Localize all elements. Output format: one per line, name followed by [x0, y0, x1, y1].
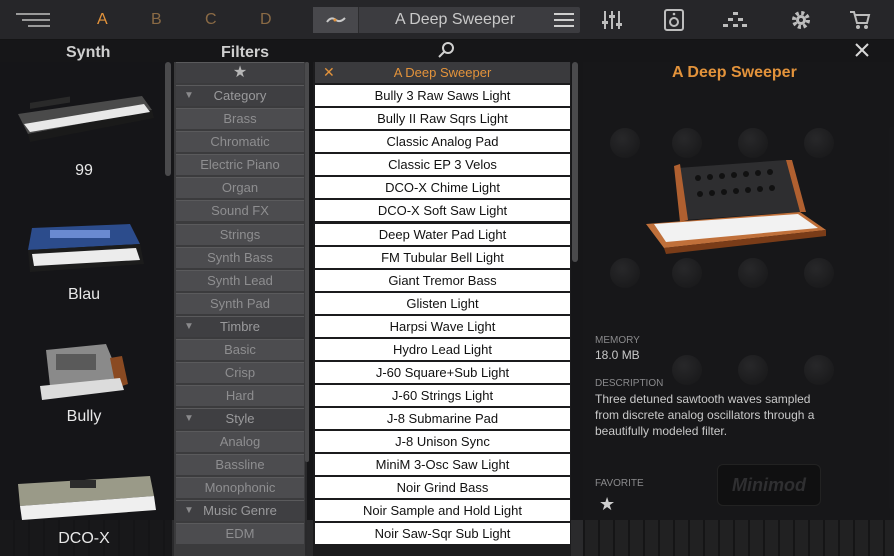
- device-icon[interactable]: [662, 9, 686, 31]
- preset-row[interactable]: Harpsi Wave Light: [315, 316, 570, 337]
- preset-name: A Deep Sweeper: [394, 11, 516, 28]
- preset-row[interactable]: Noir Saw-Sqr Sub Light: [315, 523, 570, 544]
- detail-title: A Deep Sweeper: [672, 64, 797, 81]
- filter-section-style[interactable]: ▼ Style: [176, 408, 304, 429]
- synth-item-label: DCO-X: [58, 530, 110, 547]
- slot-a-tab[interactable]: A: [97, 11, 108, 29]
- filter-item-analog[interactable]: Analog: [176, 431, 304, 452]
- clear-selection-icon[interactable]: ✕: [323, 62, 335, 83]
- filters-column-header: Filters: [221, 44, 270, 61]
- preset-menu-icon[interactable]: [554, 13, 574, 27]
- filter-item-synth-bass[interactable]: Synth Bass: [176, 247, 304, 268]
- description-label: DESCRIPTION: [595, 378, 664, 389]
- minimod-logo: Minimod: [717, 464, 821, 506]
- filter-item-basic[interactable]: Basic: [176, 339, 304, 360]
- hamburger-icon[interactable]: [16, 13, 50, 29]
- synth-list-scrollbar[interactable]: [165, 62, 171, 176]
- synth-item-bully[interactable]: Bully: [10, 334, 158, 444]
- top-bar: A B C D A Deep Sweeper: [0, 0, 894, 40]
- close-icon[interactable]: [854, 42, 870, 58]
- preset-row[interactable]: DCO-X Chime Light: [315, 177, 570, 198]
- hierarchy-icon[interactable]: [723, 9, 747, 31]
- synth-column-header: Synth: [66, 44, 111, 61]
- preset-row[interactable]: Classic EP 3 Velos: [315, 154, 570, 175]
- collapse-triangle-icon: ▼: [184, 321, 194, 332]
- favorites-filter[interactable]: ★: [176, 62, 304, 83]
- filters-panel: ★ ▼ Category Brass Chromatic Electric Pia…: [174, 62, 309, 556]
- synth-bully-image: [40, 344, 128, 400]
- filter-item-monophonic[interactable]: Monophonic: [176, 477, 304, 498]
- preset-glyph-button[interactable]: [313, 7, 359, 33]
- mixer-icon[interactable]: [600, 9, 624, 31]
- synth-item-blau[interactable]: Blau: [10, 210, 158, 320]
- preset-row[interactable]: Giant Tremor Bass: [315, 270, 570, 291]
- filter-item-synth-pad[interactable]: Synth Pad: [176, 293, 304, 314]
- preset-row[interactable]: Classic Analog Pad: [315, 131, 570, 152]
- preset-row[interactable]: J-60 Strings Light: [315, 385, 570, 406]
- filter-section-music-genre[interactable]: ▼ Music Genre: [176, 500, 304, 521]
- filter-item-crisp[interactable]: Crisp: [176, 362, 304, 383]
- preset-row[interactable]: J-8 Unison Sync: [315, 431, 570, 452]
- synth-list: 99 Blau Bully DCO-X: [0, 62, 172, 556]
- filter-item-hard[interactable]: Hard: [176, 385, 304, 406]
- synth-dco-x-image: [18, 476, 156, 520]
- gear-icon[interactable]: [789, 9, 813, 31]
- filter-item-chromatic[interactable]: Chromatic: [176, 131, 304, 152]
- filter-item-edm[interactable]: EDM: [176, 523, 304, 544]
- filter-item-bassline[interactable]: Bassline: [176, 454, 304, 475]
- preset-row[interactable]: Glisten Light: [315, 293, 570, 314]
- slot-c-tab[interactable]: C: [205, 11, 217, 29]
- slot-b-tab[interactable]: B: [151, 11, 162, 29]
- preset-glyph-icon: [326, 17, 346, 23]
- memory-label: MEMORY: [595, 335, 640, 346]
- filter-item-synth-lead[interactable]: Synth Lead: [176, 270, 304, 291]
- preset-row[interactable]: Bully II Raw Sqrs Light: [315, 108, 570, 129]
- memory-value: 18.0 MB: [595, 348, 640, 362]
- filter-item-strings[interactable]: Strings: [176, 224, 304, 245]
- preset-row[interactable]: J-8 Submarine Pad: [315, 408, 570, 429]
- filter-section-timbre[interactable]: ▼ Timbre: [176, 316, 304, 337]
- synth-99-image: [18, 96, 154, 142]
- description-text: Three detuned sawtooth waves sampled fro…: [595, 392, 815, 438]
- preset-row[interactable]: Bully 3 Raw Saws Light: [315, 85, 570, 106]
- collapse-triangle-icon: ▼: [184, 413, 194, 424]
- filter-item-sound-fx[interactable]: Sound FX: [176, 200, 304, 221]
- synth-blau-image: [28, 224, 144, 272]
- preset-selector[interactable]: A Deep Sweeper: [313, 7, 580, 33]
- filter-item-organ[interactable]: Organ: [176, 177, 304, 198]
- synth-item-label: Bully: [66, 408, 102, 425]
- preset-row[interactable]: FM Tubular Bell Light: [315, 247, 570, 268]
- filter-item-electric-piano[interactable]: Electric Piano: [176, 154, 304, 175]
- preset-list-scrollbar[interactable]: [572, 62, 578, 262]
- favorite-star-icon[interactable]: ★: [599, 494, 615, 515]
- filter-section-category[interactable]: ▼ Category: [176, 85, 304, 106]
- minimoog-image: [646, 160, 826, 254]
- preset-row[interactable]: J-60 Square+Sub Light: [315, 362, 570, 383]
- preset-selected-row[interactable]: ✕ A Deep Sweeper: [315, 62, 570, 83]
- collapse-triangle-icon: ▼: [184, 505, 194, 516]
- search-icon[interactable]: [438, 41, 456, 59]
- preset-list: ✕ A Deep Sweeper Bully 3 Raw Saws Light …: [313, 62, 578, 556]
- favorite-label: FAVORITE: [595, 478, 644, 489]
- preset-row[interactable]: Hydro Lead Light: [315, 339, 570, 360]
- filters-scrollbar[interactable]: [305, 62, 309, 462]
- synth-item-99[interactable]: 99: [10, 84, 158, 194]
- preset-row[interactable]: Deep Water Pad Light: [315, 224, 570, 245]
- collapse-triangle-icon: ▼: [184, 90, 194, 101]
- synth-item-label: 99: [75, 162, 93, 179]
- preset-row[interactable]: DCO-X Soft Saw Light: [315, 200, 570, 221]
- preset-row[interactable]: Noir Grind Bass: [315, 477, 570, 498]
- synth-item-label: Blau: [67, 286, 101, 303]
- slot-d-tab[interactable]: D: [260, 11, 272, 29]
- cart-icon[interactable]: [848, 9, 872, 31]
- preset-row[interactable]: Noir Sample and Hold Light: [315, 500, 570, 521]
- synth-item-dco-x[interactable]: DCO-X: [10, 462, 158, 556]
- preset-row[interactable]: MiniM 3-Osc Saw Light: [315, 454, 570, 475]
- filter-item-brass[interactable]: Brass: [176, 108, 304, 129]
